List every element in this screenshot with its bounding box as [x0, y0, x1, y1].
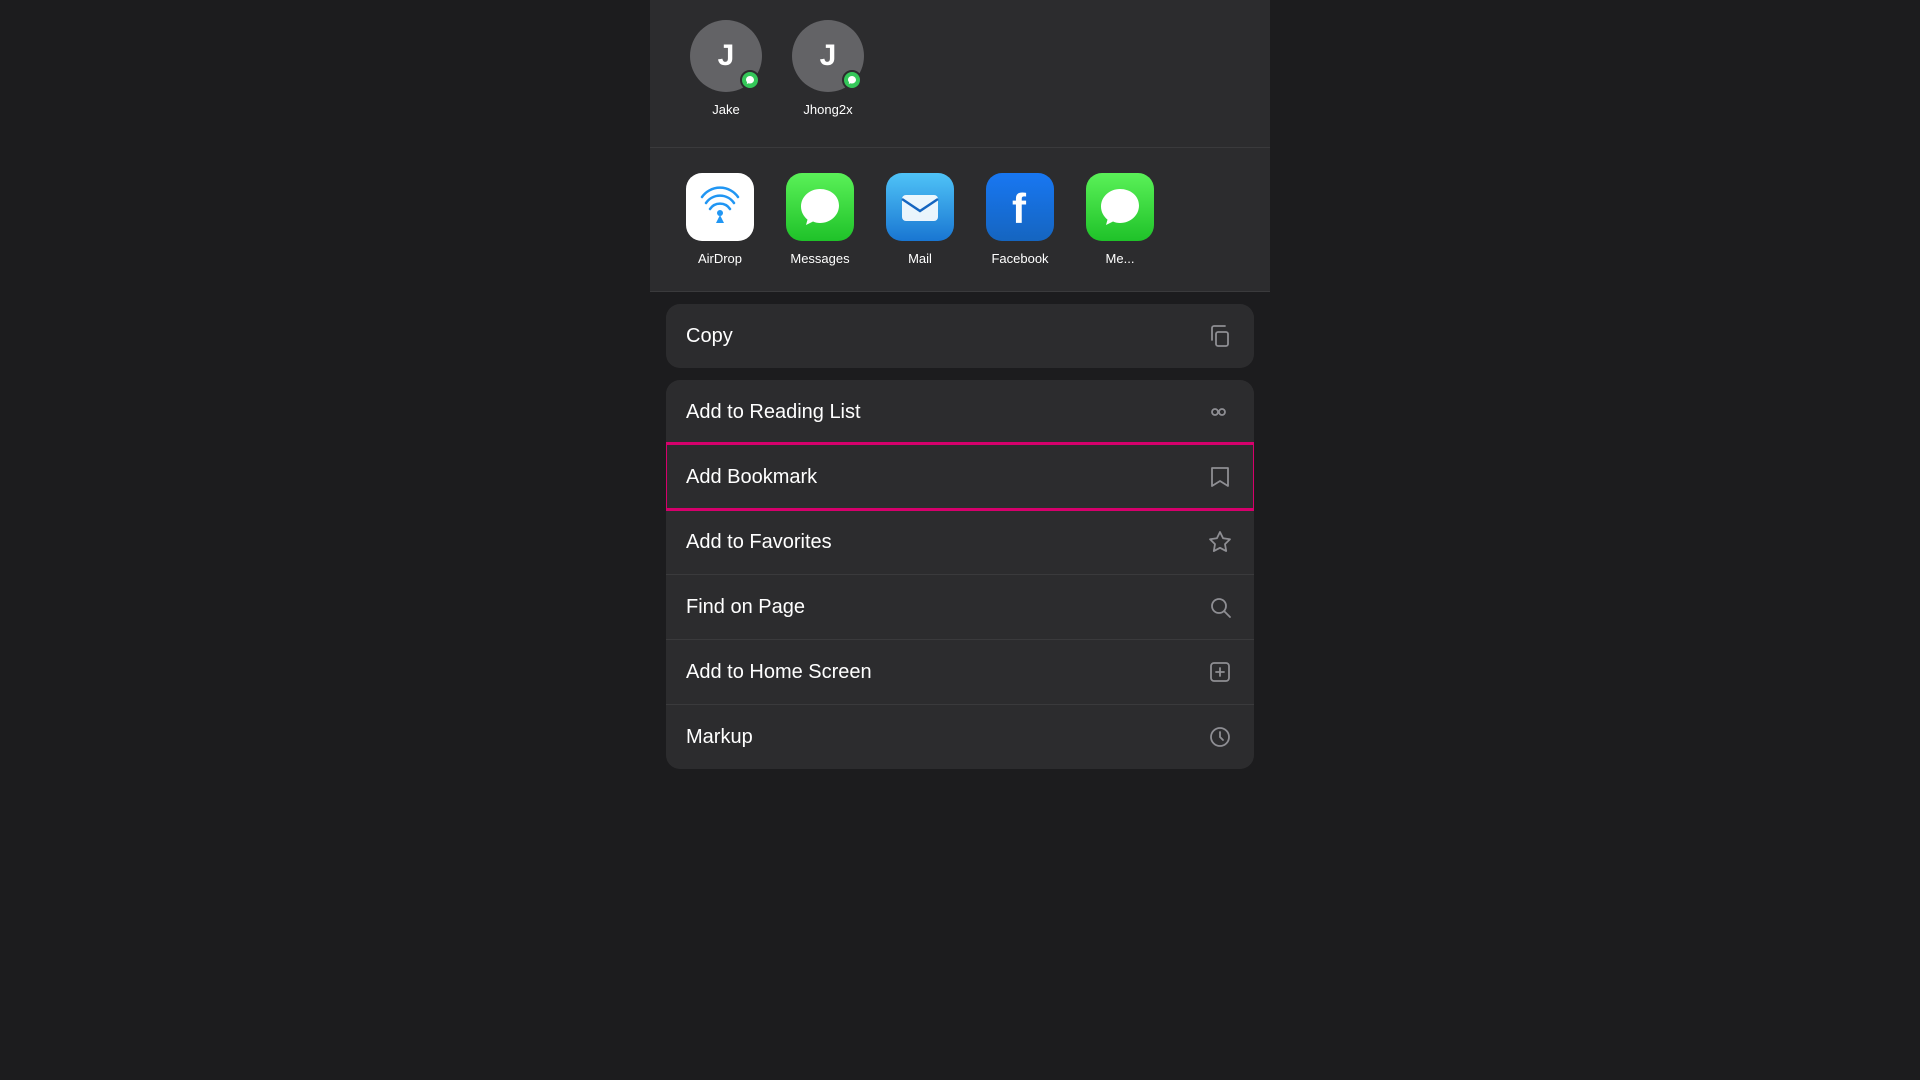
svg-text:f: f [1012, 185, 1027, 229]
markup-label: Markup [686, 726, 753, 749]
people-row: J Jake J Jhong2x [650, 0, 1270, 148]
bookmark-icon [1206, 463, 1234, 491]
person-name-jake: Jake [712, 102, 739, 117]
reading-list-label: Add to Reading List [686, 401, 861, 424]
apps-row: AirDrop Messages Mail [650, 148, 1270, 292]
home-screen-label: Add to Home Screen [686, 661, 872, 684]
add-to-reading-list-action[interactable]: Add to Reading List [666, 380, 1254, 444]
copy-group: Copy [666, 304, 1254, 368]
find-on-page-label: Find on Page [686, 596, 805, 619]
copy-label: Copy [686, 325, 733, 348]
bookmark-label: Add Bookmark [686, 466, 817, 489]
add-bookmark-action[interactable]: Add Bookmark [666, 444, 1254, 509]
add-to-home-screen-action[interactable]: Add to Home Screen [666, 639, 1254, 704]
app-name-airdrop: AirDrop [698, 251, 742, 266]
app-name-facebook: Facebook [991, 251, 1048, 266]
action-list: Copy Add to Reading List [650, 292, 1270, 791]
app-facebook[interactable]: f Facebook [980, 173, 1060, 266]
find-on-page-action[interactable]: Find on Page [666, 574, 1254, 639]
person-jhong2x[interactable]: J Jhong2x [792, 20, 864, 117]
markup-icon [1206, 723, 1234, 751]
app-messages[interactable]: Messages [780, 173, 860, 266]
app-airdrop[interactable]: AirDrop [680, 173, 760, 266]
main-action-group: Add to Reading List Add Bookmark [666, 380, 1254, 769]
mail-icon [886, 173, 954, 241]
message-badge-jake [740, 70, 760, 90]
person-name-jhong2x: Jhong2x [803, 102, 852, 117]
favorites-icon [1206, 528, 1234, 556]
app-more[interactable]: Me... [1080, 173, 1160, 266]
app-name-messages: Messages [790, 251, 849, 266]
markup-action[interactable]: Markup [666, 704, 1254, 769]
copy-action[interactable]: Copy [666, 304, 1254, 368]
favorites-label: Add to Favorites [686, 531, 832, 554]
add-to-favorites-action[interactable]: Add to Favorites [666, 509, 1254, 574]
message-badge-jhong2x [842, 70, 862, 90]
app-name-more: Me... [1106, 251, 1135, 266]
reading-list-icon [1206, 398, 1234, 426]
copy-icon [1206, 322, 1234, 350]
app-mail[interactable]: Mail [880, 173, 960, 266]
person-jake[interactable]: J Jake [690, 20, 762, 117]
share-sheet: J Jake J Jhong2x [650, 0, 1270, 791]
more-icon [1086, 173, 1154, 241]
facebook-icon: f [986, 173, 1054, 241]
add-square-icon [1206, 658, 1234, 686]
search-icon [1206, 593, 1234, 621]
app-name-mail: Mail [908, 251, 932, 266]
airdrop-icon [686, 173, 754, 241]
messages-icon [786, 173, 854, 241]
